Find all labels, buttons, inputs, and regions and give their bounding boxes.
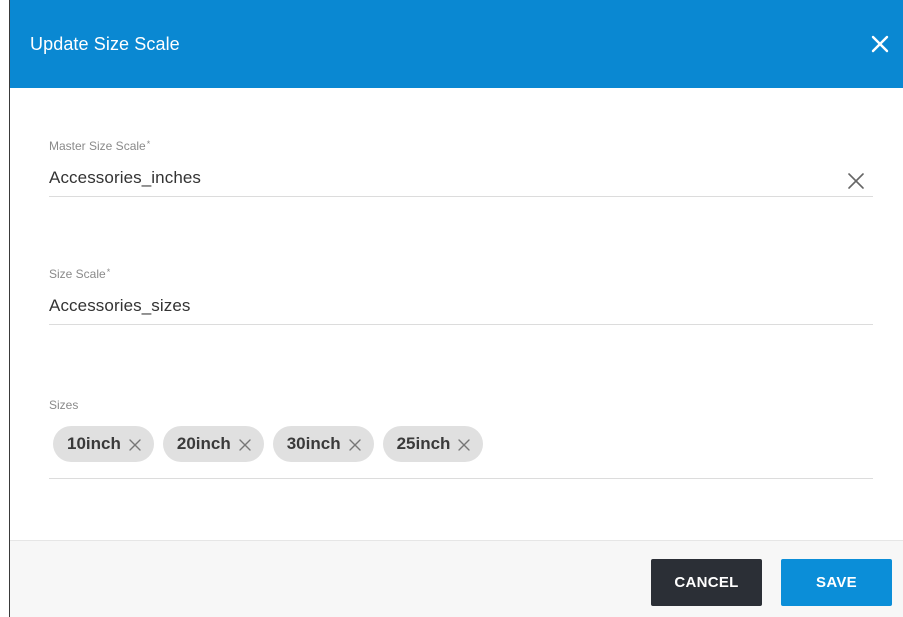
size-chip-label: 20inch bbox=[176, 434, 231, 453]
size-scale-value: Accessories_sizes bbox=[49, 296, 191, 315]
sizes-chip-list: 10inch 20inch 30inch 25inch bbox=[53, 426, 484, 462]
required-mark: * bbox=[106, 267, 111, 277]
size-scale-label: Size Scale* bbox=[49, 267, 110, 281]
dialog-footer: CANCEL SAVE bbox=[10, 540, 903, 617]
cancel-button[interactable]: CANCEL bbox=[651, 559, 762, 606]
size-scale-field[interactable]: Size Scale* Accessories_sizes bbox=[49, 264, 873, 325]
remove-chip-icon[interactable] bbox=[238, 437, 252, 451]
update-size-scale-dialog: Update Size Scale Master Size Scale* Acc… bbox=[9, 0, 903, 617]
master-size-scale-field[interactable]: Master Size Scale* Accessories_inches bbox=[49, 136, 873, 197]
size-chip-label: 25inch bbox=[396, 434, 451, 453]
size-scale-label-text: Size Scale bbox=[49, 267, 106, 281]
sizes-label: Sizes bbox=[49, 398, 79, 412]
clear-icon[interactable] bbox=[847, 172, 865, 190]
size-chip: 10inch bbox=[53, 426, 154, 462]
size-chip: 25inch bbox=[382, 426, 484, 462]
dialog-body: Master Size Scale* Accessories_inches Si… bbox=[10, 88, 903, 540]
size-chip: 20inch bbox=[162, 426, 264, 462]
master-size-scale-value: Accessories_inches bbox=[49, 168, 202, 187]
dialog-title: Update Size Scale bbox=[30, 33, 180, 54]
required-mark: * bbox=[146, 139, 151, 149]
size-chip-label: 10inch bbox=[67, 434, 121, 453]
master-size-scale-label: Master Size Scale* bbox=[49, 139, 150, 153]
remove-chip-icon[interactable] bbox=[128, 437, 142, 451]
sizes-field[interactable]: Sizes 10inch 20inch 30inch 25inch bbox=[49, 394, 873, 479]
close-icon[interactable] bbox=[870, 34, 890, 54]
save-button[interactable]: SAVE bbox=[781, 559, 892, 606]
remove-chip-icon[interactable] bbox=[457, 437, 471, 451]
size-chip: 30inch bbox=[272, 426, 374, 462]
master-size-scale-label-text: Master Size Scale bbox=[49, 139, 146, 153]
dialog-header: Update Size Scale bbox=[10, 0, 903, 88]
size-chip-label: 30inch bbox=[286, 434, 341, 453]
remove-chip-icon[interactable] bbox=[348, 437, 362, 451]
